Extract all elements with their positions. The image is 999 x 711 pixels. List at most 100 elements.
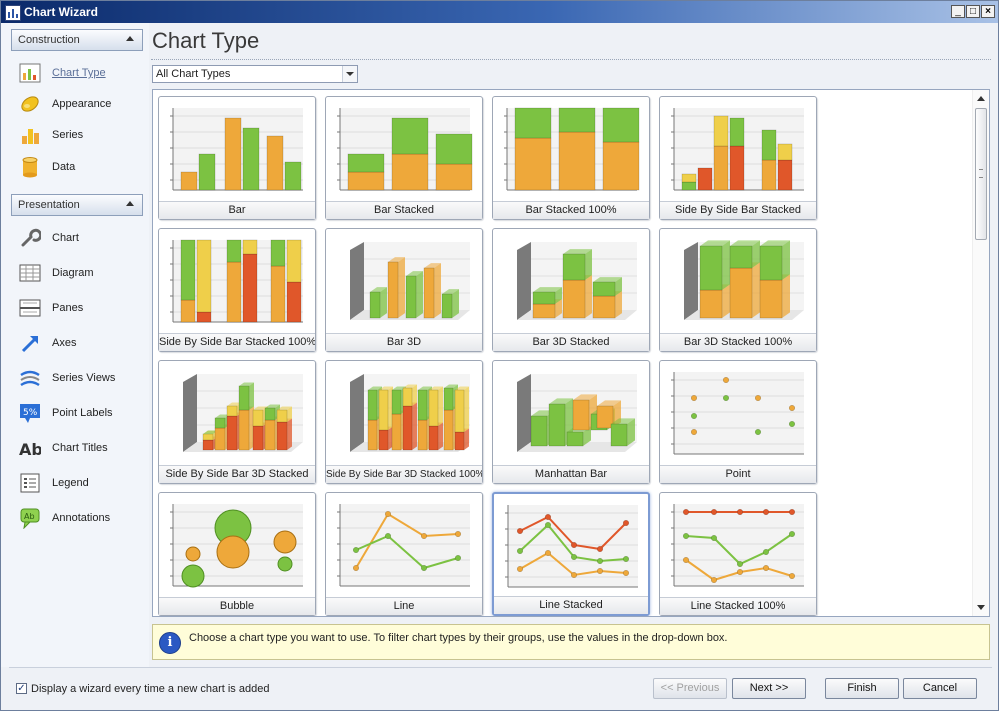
chart-thumbnail-line-stacked-100 — [671, 504, 804, 587]
chart-type-card-sbs-bar-stacked[interactable]: Side By Side Bar Stacked — [659, 96, 817, 220]
cancel-button[interactable]: Cancel — [903, 678, 977, 699]
sidebar-item-label: Series Views — [52, 372, 116, 384]
collapse-chevron-icon[interactable] — [126, 201, 134, 206]
chart-thumbnail-sbs-3d — [183, 374, 303, 452]
next-button[interactable]: Next >> — [732, 678, 806, 699]
chart-type-caption: Side By Side Bar 3D Stacked 100% — [326, 465, 482, 483]
info-icon: i — [159, 632, 181, 654]
title-bar: Chart Wizard _ □ × — [1, 1, 998, 23]
chart-thumbnail-bar-3d-stacked-100 — [684, 240, 804, 320]
chart-type-caption: Bar 3D Stacked — [493, 333, 649, 351]
appearance-icon — [21, 96, 39, 112]
chart-type-card-bar[interactable]: Bar — [158, 96, 316, 220]
chart-type-card-bar-3d[interactable]: Bar 3D — [325, 228, 483, 352]
chart-type-card-line-stacked[interactable]: Line Stacked — [492, 492, 650, 616]
chart-titles-icon: Ab — [19, 440, 41, 459]
hint-text: Choose a chart type you want to use. To … — [189, 632, 728, 644]
chart-type-caption: Side By Side Bar Stacked — [660, 201, 816, 219]
minimize-button[interactable]: _ — [951, 5, 965, 18]
finish-button[interactable]: Finish — [825, 678, 899, 699]
axes-arrow-icon — [21, 336, 38, 353]
construction-group-header[interactable]: Construction — [11, 29, 143, 51]
sidebar-item-label: Appearance — [52, 98, 112, 110]
chart-type-caption: Bar Stacked — [326, 201, 482, 219]
chart-type-card-bar-3d-stacked-100[interactable]: Bar 3D Stacked 100% — [659, 228, 817, 352]
chart-type-card-sbs-3d[interactable]: Side By Side Bar 3D Stacked — [158, 360, 316, 484]
sidebar-item-legend[interactable]: Legend — [19, 470, 143, 496]
chart-type-caption: Line Stacked 100% — [660, 597, 816, 615]
sidebar-item-label: Point Labels — [52, 407, 113, 419]
sidebar-item-label: Panes — [52, 302, 84, 314]
maximize-button[interactable]: □ — [966, 5, 980, 18]
chart-type-caption: Manhattan Bar — [493, 465, 649, 483]
sidebar: Construction Chart Type Appearance Serie… — [1, 23, 149, 667]
title-divider — [151, 59, 991, 60]
chart-type-card-sbs-3d-100[interactable]: Side By Side Bar 3D Stacked 100% — [325, 360, 483, 484]
legend-icon — [20, 473, 40, 493]
scroll-up-icon[interactable] — [977, 96, 985, 101]
data-icon — [22, 157, 38, 178]
sidebar-item-appearance[interactable]: Appearance — [19, 91, 143, 117]
footer-divider — [9, 667, 992, 668]
chart-type-caption: Bubble — [159, 597, 315, 615]
annotations-icon: Ab — [20, 508, 40, 529]
chevron-down-icon[interactable] — [342, 66, 357, 82]
chart-thumbnail-point — [671, 372, 804, 455]
chart-type-card-point[interactable]: Point — [659, 360, 817, 484]
chart-type-card-sbs-bar-stacked-100[interactable]: Side By Side Bar Stacked 100% — [158, 228, 316, 352]
point-labels-icon: 5% — [20, 404, 40, 423]
sidebar-item-label: Chart Type — [52, 67, 106, 79]
chart-wizard-window: Chart Wizard _ □ × Construction Chart Ty… — [0, 0, 999, 711]
svg-text:5%: 5% — [23, 408, 38, 418]
sidebar-item-panes[interactable]: Panes — [19, 295, 143, 321]
sidebar-item-chart-titles[interactable]: Ab Chart Titles — [19, 435, 143, 461]
chart-type-card-bar-stacked-100[interactable]: Bar Stacked 100% — [492, 96, 650, 220]
chart-thumbnail-bar-3d-stacked — [517, 242, 637, 320]
chart-thumbnail-line-stacked — [505, 505, 638, 588]
chart-type-filter-dropdown[interactable]: All Chart Types — [152, 65, 358, 83]
hint-panel: i Choose a chart type you want to use. T… — [152, 624, 990, 660]
chart-type-card-bubble[interactable]: Bubble — [158, 492, 316, 616]
gallery-scrollbar[interactable] — [972, 90, 989, 616]
presentation-header-label: Presentation — [18, 199, 80, 211]
scrollbar-thumb[interactable] — [975, 108, 987, 240]
chart-thumbnail-bar-stacked-100 — [504, 107, 640, 191]
show-wizard-checkbox[interactable]: ✓ — [16, 683, 27, 694]
sidebar-item-point-labels[interactable]: 5% Point Labels — [19, 400, 143, 426]
chart-type-caption: Bar 3D — [326, 333, 482, 351]
sidebar-item-label: Chart — [52, 232, 79, 244]
chart-type-card-bar-3d-stacked[interactable]: Bar 3D Stacked — [492, 228, 650, 352]
scroll-down-icon[interactable] — [977, 605, 985, 610]
filter-selected-value: All Chart Types — [156, 68, 231, 80]
sidebar-item-diagram[interactable]: Diagram — [19, 260, 143, 286]
sidebar-item-label: Data — [52, 161, 76, 173]
chart-thumbnail-bar-stacked — [337, 108, 473, 191]
chart-type-caption: Side By Side Bar Stacked 100% — [159, 333, 315, 351]
chart-type-card-line-stacked-100[interactable]: Line Stacked 100% — [659, 492, 817, 616]
sidebar-item-chart-type[interactable]: Chart Type — [19, 60, 143, 86]
svg-text:Ab: Ab — [19, 440, 41, 459]
chart-type-card-bar-stacked[interactable]: Bar Stacked — [325, 96, 483, 220]
previous-button[interactable]: << Previous — [653, 678, 727, 699]
show-wizard-checkbox-label[interactable]: Display a wizard every time a new chart … — [31, 683, 269, 695]
page-title: Chart Type — [152, 28, 260, 53]
close-button[interactable]: × — [981, 5, 995, 18]
sidebar-item-series-views[interactable]: Series Views — [19, 365, 143, 391]
sidebar-item-chart[interactable]: Chart — [19, 225, 143, 251]
svg-text:Ab: Ab — [24, 512, 35, 521]
chart-type-caption: Point — [660, 465, 816, 483]
chart-type-caption: Line Stacked — [494, 596, 648, 614]
sidebar-item-series[interactable]: Series — [19, 122, 143, 148]
sidebar-item-data[interactable]: Data — [19, 154, 143, 180]
chart-thumbnail-sbs-bar-stacked-100 — [170, 239, 303, 323]
sidebar-item-annotations[interactable]: Ab Annotations — [19, 505, 143, 531]
chart-type-caption: Line — [326, 597, 482, 615]
presentation-group-header[interactable]: Presentation — [11, 194, 143, 216]
chart-type-icon — [19, 63, 41, 83]
sidebar-item-axes[interactable]: Axes — [19, 330, 143, 356]
collapse-chevron-icon[interactable] — [126, 36, 134, 41]
diagram-icon — [19, 264, 41, 282]
chart-type-card-manhattan[interactable]: Manhattan Bar — [492, 360, 650, 484]
chart-type-card-line[interactable]: Line — [325, 492, 483, 616]
sidebar-item-label: Chart Titles — [52, 442, 108, 454]
